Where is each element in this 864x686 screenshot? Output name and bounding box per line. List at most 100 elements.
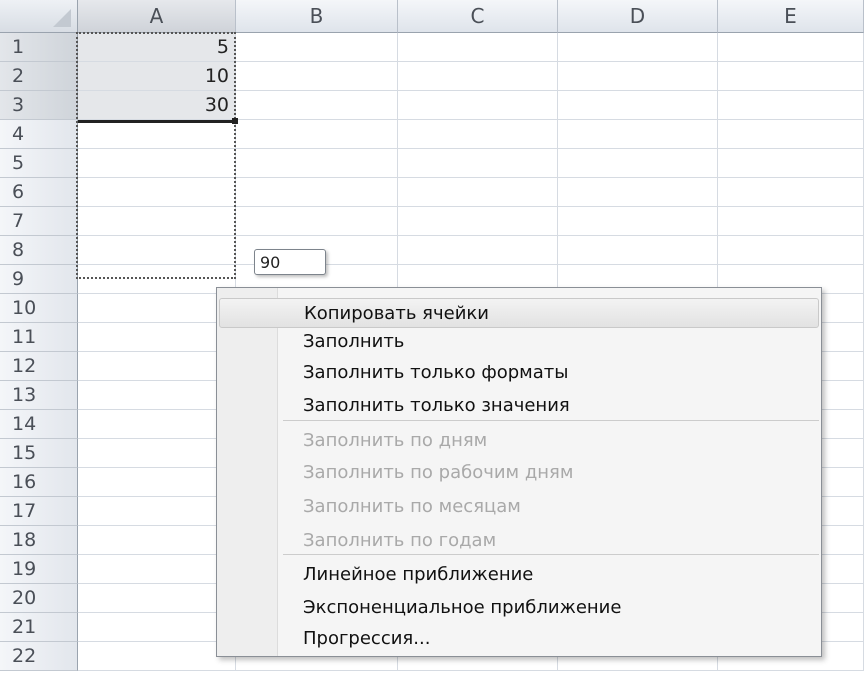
row-header-18[interactable]: 18 (0, 526, 78, 555)
row-header-13[interactable]: 13 (0, 381, 78, 410)
cell-b1[interactable] (236, 33, 398, 62)
row-header-17[interactable]: 17 (0, 497, 78, 526)
select-all-corner[interactable] (0, 0, 78, 33)
cell-a21[interactable] (78, 613, 236, 642)
cell-a15[interactable] (78, 439, 236, 468)
cell-c8[interactable] (398, 236, 558, 265)
menu-item-3[interactable]: Заполнить только форматы (219, 357, 819, 387)
row-header-7[interactable]: 7 (0, 207, 78, 236)
row-header-15[interactable]: 15 (0, 439, 78, 468)
cell-a3[interactable]: 30 (78, 91, 236, 120)
menu-item-2[interactable]: Заполнить (219, 326, 819, 356)
column-header-b[interactable]: B (236, 0, 398, 33)
row-header-16[interactable]: 16 (0, 468, 78, 497)
column-header-e[interactable]: E (718, 0, 864, 33)
cell-d5[interactable] (558, 149, 718, 178)
menu-item-8[interactable]: Заполнить по годам (219, 525, 819, 555)
cell-a8[interactable] (78, 236, 236, 265)
cell-a4[interactable] (78, 120, 236, 149)
cell-e7[interactable] (718, 207, 864, 236)
cell-e5[interactable] (718, 149, 864, 178)
cell-a6[interactable] (78, 178, 236, 207)
fill-handle[interactable] (232, 118, 238, 124)
cell-e2[interactable] (718, 62, 864, 91)
cell-b3[interactable] (236, 91, 398, 120)
cell-d2[interactable] (558, 62, 718, 91)
cell-e4[interactable] (718, 120, 864, 149)
cell-b4[interactable] (236, 120, 398, 149)
row-header-9[interactable]: 9 (0, 265, 78, 294)
cell-c5[interactable] (398, 149, 558, 178)
cell-a19[interactable] (78, 555, 236, 584)
menu-item-label: Копировать ячейки (304, 302, 489, 324)
cell-a16[interactable] (78, 468, 236, 497)
cell-a7[interactable] (78, 207, 236, 236)
row-header-6[interactable]: 6 (0, 178, 78, 207)
cell-a1[interactable]: 5 (78, 33, 236, 62)
row-header-10[interactable]: 10 (0, 294, 78, 323)
row-header-3[interactable]: 3 (0, 91, 78, 120)
menu-item-label: Заполнить по годам (303, 529, 497, 551)
cell-e8[interactable] (718, 236, 864, 265)
cell-c1[interactable] (398, 33, 558, 62)
cell-d4[interactable] (558, 120, 718, 149)
menu-item-4[interactable]: Заполнить только значения (219, 390, 819, 420)
row-header-4[interactable]: 4 (0, 120, 78, 149)
cell-a2[interactable]: 10 (78, 62, 236, 91)
cell-c3[interactable] (398, 91, 558, 120)
cell-a12[interactable] (78, 352, 236, 381)
menu-item-5[interactable]: Заполнить по дням (219, 425, 819, 455)
cell-a9[interactable] (78, 265, 236, 294)
cell-b6[interactable] (236, 178, 398, 207)
cell-d7[interactable] (558, 207, 718, 236)
menu-item-label: Заполнить по рабочим дням (303, 461, 574, 483)
row-header-2[interactable]: 2 (0, 62, 78, 91)
row-header-20[interactable]: 20 (0, 584, 78, 613)
cell-d6[interactable] (558, 178, 718, 207)
row-header-21[interactable]: 21 (0, 613, 78, 642)
cell-c2[interactable] (398, 62, 558, 91)
cell-b5[interactable] (236, 149, 398, 178)
cell-e3[interactable] (718, 91, 864, 120)
menu-item-10[interactable]: Экспоненциальное приближение (219, 592, 819, 622)
menu-item-1[interactable]: Копировать ячейки (219, 298, 819, 328)
cell-d3[interactable] (558, 91, 718, 120)
cell-c6[interactable] (398, 178, 558, 207)
menu-separator (283, 554, 819, 555)
row-header-11[interactable]: 11 (0, 323, 78, 352)
menu-item-label: Заполнить по месяцам (303, 495, 521, 517)
cell-c7[interactable] (398, 207, 558, 236)
cell-d1[interactable] (558, 33, 718, 62)
cell-a20[interactable] (78, 584, 236, 613)
row-header-22[interactable]: 22 (0, 642, 78, 671)
cell-b2[interactable] (236, 62, 398, 91)
cell-a13[interactable] (78, 381, 236, 410)
cell-e1[interactable] (718, 33, 864, 62)
row-header-12[interactable]: 12 (0, 352, 78, 381)
cell-a11[interactable] (78, 323, 236, 352)
row-header-1[interactable]: 1 (0, 33, 78, 62)
sum-tooltip: 90 (254, 249, 326, 275)
cell-a10[interactable] (78, 294, 236, 323)
cell-a14[interactable] (78, 410, 236, 439)
row-header-8[interactable]: 8 (0, 236, 78, 265)
column-header-a[interactable]: A (78, 0, 236, 33)
column-header-d[interactable]: D (558, 0, 718, 33)
cell-d8[interactable] (558, 236, 718, 265)
row-header-14[interactable]: 14 (0, 410, 78, 439)
cell-c4[interactable] (398, 120, 558, 149)
cell-e6[interactable] (718, 178, 864, 207)
column-header-c[interactable]: C (398, 0, 558, 33)
cell-a5[interactable] (78, 149, 236, 178)
menu-item-7[interactable]: Заполнить по месяцам (219, 491, 819, 521)
menu-item-9[interactable]: Линейное приближение (219, 559, 819, 589)
cell-a22[interactable] (78, 642, 236, 671)
row-header-19[interactable]: 19 (0, 555, 78, 584)
menu-item-6[interactable]: Заполнить по рабочим дням (219, 457, 819, 487)
menu-separator (283, 420, 819, 421)
cell-b7[interactable] (236, 207, 398, 236)
cell-a17[interactable] (78, 497, 236, 526)
row-header-5[interactable]: 5 (0, 149, 78, 178)
menu-item-11[interactable]: Прогрессия... (219, 623, 819, 653)
cell-a18[interactable] (78, 526, 236, 555)
